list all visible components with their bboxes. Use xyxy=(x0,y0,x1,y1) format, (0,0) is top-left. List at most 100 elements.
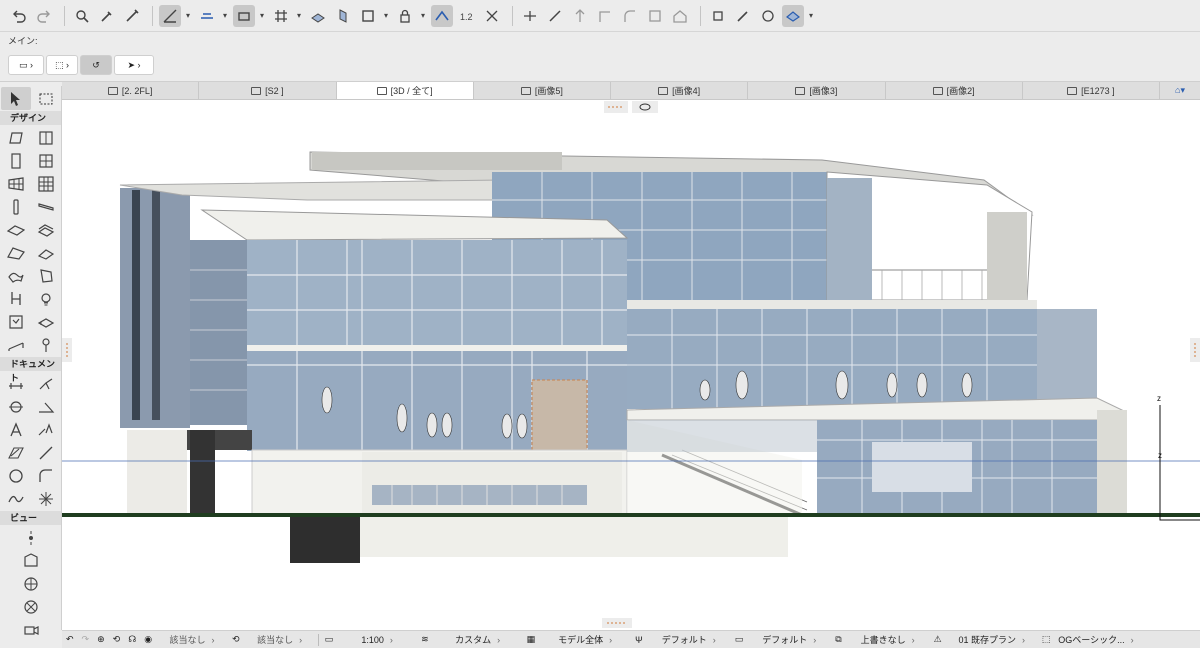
snap-points-icon[interactable] xyxy=(233,4,255,27)
status-item-0[interactable]: 該当なし › xyxy=(156,631,228,648)
object-chair-icon[interactable] xyxy=(1,287,31,310)
structure-selector[interactable]: OGベーシック... › xyxy=(1054,631,1137,648)
pin-icon[interactable] xyxy=(31,333,61,356)
beam-icon[interactable] xyxy=(31,195,61,218)
arc-icon[interactable] xyxy=(31,464,61,487)
resize-icon[interactable] xyxy=(644,5,666,27)
walk-icon[interactable]: ☊ xyxy=(124,631,140,648)
eyedropper-icon[interactable] xyxy=(96,5,118,27)
dimension-selector[interactable]: デフォルト › xyxy=(747,631,831,648)
slab-icon[interactable] xyxy=(1,218,31,241)
chevron-down-icon[interactable]: ▾ xyxy=(807,5,815,27)
layer-combination-selector[interactable]: カスタム › xyxy=(433,631,523,648)
roof-icon[interactable] xyxy=(1,241,31,264)
grid-table-icon[interactable] xyxy=(31,172,61,195)
fillet-icon[interactable] xyxy=(619,5,641,27)
clean-icon[interactable] xyxy=(757,5,779,27)
chevron-down-icon[interactable]: ▾ xyxy=(221,5,229,27)
toolbox-section-view[interactable]: ビュー xyxy=(0,511,61,525)
railing-icon[interactable] xyxy=(31,310,61,333)
line-icon[interactable] xyxy=(31,441,61,464)
curtain-wall-icon[interactable] xyxy=(31,126,61,149)
text-icon[interactable] xyxy=(1,418,31,441)
toolbox-section-document[interactable]: ドキュメント xyxy=(0,357,61,383)
renovation-selector[interactable]: 01 既存プラン › xyxy=(946,631,1038,648)
camera-icon[interactable] xyxy=(1,618,61,641)
toolbox-section-design[interactable]: デザイン xyxy=(0,111,61,125)
tab-2[interactable]: [3D / 全て] xyxy=(336,82,474,99)
detail-icon[interactable] xyxy=(1,572,61,595)
tab-7[interactable]: [E1273 ] xyxy=(1023,82,1160,99)
split-icon[interactable] xyxy=(519,5,541,27)
redo-status-icon[interactable]: ↷ xyxy=(78,631,94,648)
marquee-icon[interactable] xyxy=(31,87,61,110)
morph-icon[interactable] xyxy=(31,264,61,287)
arrow-select-icon[interactable] xyxy=(1,87,31,110)
tab-6[interactable]: [画像2] xyxy=(886,82,1023,99)
spline-icon[interactable] xyxy=(1,487,31,510)
modify-points-icon[interactable] xyxy=(707,5,729,27)
scale-selector[interactable]: 1:100 › xyxy=(337,631,417,648)
lock-icon[interactable] xyxy=(394,5,416,27)
angle-dimension-icon[interactable] xyxy=(31,395,61,418)
undo-icon[interactable] xyxy=(8,5,30,27)
door-icon[interactable] xyxy=(1,149,31,172)
orbit-icon[interactable]: ⟲ xyxy=(109,631,125,648)
column-icon[interactable] xyxy=(1,195,31,218)
lamp-icon[interactable] xyxy=(31,287,61,310)
chevron-down-icon[interactable]: ▾ xyxy=(419,5,427,27)
ramp-icon[interactable] xyxy=(1,333,31,356)
guide-lines-icon[interactable] xyxy=(159,4,181,27)
redo-icon[interactable] xyxy=(33,5,55,27)
suspend-groups-icon[interactable] xyxy=(357,5,379,27)
home-icon[interactable] xyxy=(669,5,691,27)
geometry-method-button[interactable]: ▭ › xyxy=(8,55,44,75)
view-switch-icon[interactable]: ⌂▾ xyxy=(1160,82,1200,99)
tab-3[interactable]: [画像5] xyxy=(474,82,611,99)
trace-icon[interactable] xyxy=(431,4,453,27)
worksheet-icon[interactable] xyxy=(1,549,61,572)
shell-icon[interactable] xyxy=(31,241,61,264)
zone-icon[interactable] xyxy=(1,310,31,333)
camera-path-icon[interactable] xyxy=(1,526,61,549)
interior-elevation-icon[interactable] xyxy=(1,595,61,618)
stair-icon[interactable] xyxy=(31,218,61,241)
zoom-icon[interactable]: ⊕ xyxy=(93,631,109,648)
wall-icon[interactable] xyxy=(1,126,31,149)
tab-5[interactable]: [画像3] xyxy=(748,82,886,99)
tab-4[interactable]: [画像4] xyxy=(611,82,749,99)
chevron-down-icon[interactable]: ▾ xyxy=(382,5,390,27)
circle-icon[interactable] xyxy=(1,464,31,487)
override-selector[interactable]: 上書きなし › xyxy=(846,631,930,648)
chevron-down-icon[interactable]: ▾ xyxy=(184,5,192,27)
brush-icon[interactable] xyxy=(732,5,754,27)
adjust-icon[interactable] xyxy=(544,5,566,27)
pen-set-selector[interactable]: デフォルト › xyxy=(647,631,731,648)
rotate-method-button[interactable]: ↺ xyxy=(80,55,112,75)
intersect-icon[interactable] xyxy=(594,5,616,27)
window-icon[interactable] xyxy=(31,149,61,172)
arrow-tool-button[interactable]: ➤ › xyxy=(114,55,154,75)
palette-icon[interactable]: ◉ xyxy=(140,631,156,648)
radial-dimension-icon[interactable] xyxy=(1,395,31,418)
mesh-icon[interactable] xyxy=(1,264,31,287)
model-view-selector[interactable]: モデル全体 › xyxy=(539,631,631,648)
elevation-plane-icon[interactable] xyxy=(332,5,354,27)
curtain-grid-icon[interactable] xyxy=(1,172,31,195)
level-dimension-icon[interactable] xyxy=(31,372,61,395)
grid-snap-icon[interactable] xyxy=(270,5,292,27)
extend-icon[interactable] xyxy=(569,5,591,27)
dimension-12-icon[interactable]: 1.2 xyxy=(456,5,478,27)
snap-guides-icon[interactable] xyxy=(196,5,218,27)
syringe-icon[interactable] xyxy=(121,5,143,27)
tab-1[interactable]: [S2 ] xyxy=(199,82,337,99)
find-select-icon[interactable] xyxy=(71,5,93,27)
chevron-down-icon[interactable]: ▾ xyxy=(258,5,266,27)
revision-icon[interactable]: ⟲ xyxy=(228,631,244,648)
undo-status-icon[interactable]: ↶ xyxy=(62,631,78,648)
tab-0[interactable]: [2. 2FL] xyxy=(62,82,200,99)
chevron-down-icon[interactable]: ▾ xyxy=(295,5,303,27)
rectangle-method-button[interactable]: ⬚ › xyxy=(46,55,78,75)
3d-viewport[interactable]: z z xyxy=(62,100,1200,630)
fit-icon[interactable] xyxy=(481,5,503,27)
